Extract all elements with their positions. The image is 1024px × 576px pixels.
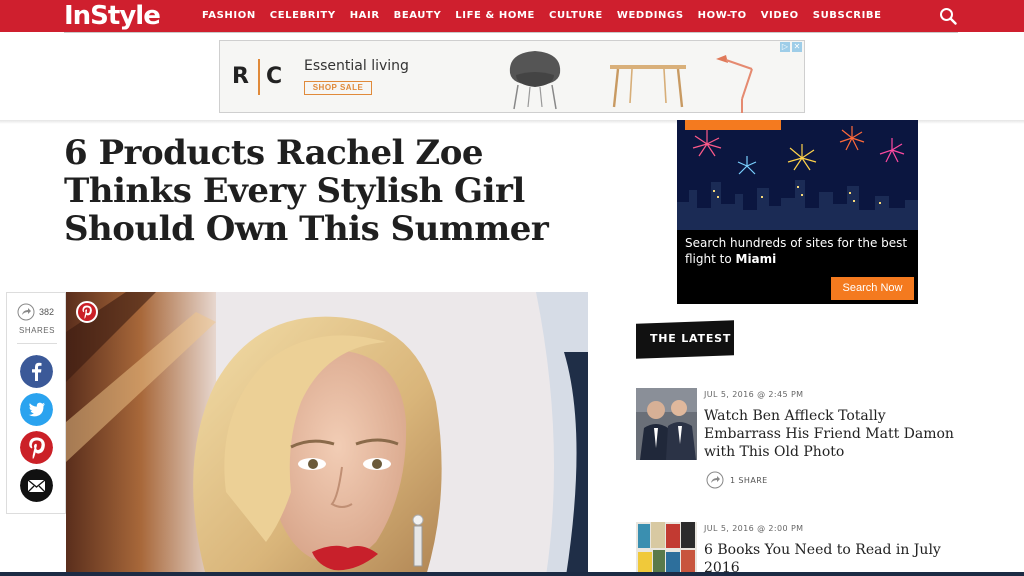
bottom-edge <box>0 572 1024 576</box>
side-ad[interactable]: Search hundreds of sites for the best fl… <box>677 120 918 304</box>
ad-choices[interactable]: ▷ ✕ <box>780 42 802 52</box>
latest-thumb-photo <box>636 388 697 460</box>
ad-close-icon[interactable]: ✕ <box>792 42 802 52</box>
ad-shop-sale-button[interactable]: SHOP SALE <box>304 81 372 95</box>
nav-item-subscribe[interactable]: SUBSCRIBE <box>813 10 882 21</box>
portrait-illustration <box>66 292 588 576</box>
side-ad-city: Miami <box>735 252 777 266</box>
nav-item-how-to[interactable]: HOW-TO <box>698 10 747 21</box>
share-arrow-icon <box>17 303 35 321</box>
nav-item-hair[interactable]: HAIR <box>350 10 380 21</box>
nav-divider <box>64 32 958 33</box>
banner-ad[interactable]: R C Essential living SHOP SALE ▷ ✕ <box>219 40 805 113</box>
search-icon[interactable] <box>939 7 957 25</box>
latest-item-date: JUL 5, 2016 @ 2:45 PM <box>704 390 804 399</box>
ad-info-icon[interactable]: ▷ <box>780 42 790 52</box>
nav-item-culture[interactable]: CULTURE <box>549 10 603 21</box>
latest-item-date: JUL 5, 2016 @ 2:00 PM <box>704 524 804 533</box>
search-now-button[interactable]: Search Now <box>831 277 914 300</box>
nav-item-celebrity[interactable]: CELEBRITY <box>270 10 336 21</box>
share-arrow-icon[interactable] <box>706 471 724 489</box>
share-count: 382 <box>39 307 55 317</box>
nav-item-life-home[interactable]: LIFE & HOME <box>455 10 535 21</box>
latest-item-thumbnail[interactable] <box>636 522 697 576</box>
ad-brand-letter-c: C <box>266 64 283 89</box>
ad-brand-divider <box>258 59 260 95</box>
latest-item-thumbnail[interactable] <box>636 388 697 460</box>
nav-item-video[interactable]: VIDEO <box>761 10 799 21</box>
top-nav: InStyle FASHION CELEBRITY HAIR BEAUTY LI… <box>0 0 1024 32</box>
latest-item-title[interactable]: 6 Books You Need to Read in July 2016 <box>704 541 964 576</box>
article-hero-image <box>66 292 588 576</box>
latest-item-share-count: 1 SHARE <box>730 476 768 485</box>
article-title: 6 Products Rachel Zoe Thinks Every Styli… <box>64 133 549 249</box>
email-icon[interactable] <box>20 469 53 502</box>
pinterest-icon[interactable] <box>20 431 53 464</box>
nav-item-weddings[interactable]: WEDDINGS <box>617 10 684 21</box>
nav-item-fashion[interactable]: FASHION <box>202 10 256 21</box>
facebook-icon[interactable] <box>20 355 53 388</box>
page: InStyle FASHION CELEBRITY HAIR BEAUTY LI… <box>0 0 1024 576</box>
share-divider <box>17 343 57 344</box>
site-logo[interactable]: InStyle <box>64 1 161 31</box>
ad-tagline: Essential living <box>304 58 409 74</box>
latest-item-title[interactable]: Watch Ben Affleck Totally Embarrass His … <box>704 407 964 461</box>
latest-heading: THE LATEST <box>650 332 732 345</box>
table-image <box>610 65 686 108</box>
nav-item-beauty[interactable]: BEAUTY <box>394 10 442 21</box>
ad-brand-letter-r: R <box>232 64 249 89</box>
shares-label: SHARES <box>19 326 55 335</box>
nav-links: FASHION CELEBRITY HAIR BEAUTY LIFE & HOM… <box>202 10 882 21</box>
share-bar: 382 SHARES <box>6 292 66 514</box>
twitter-icon[interactable] <box>20 393 53 426</box>
lamp-image <box>716 55 753 113</box>
chair-image <box>509 51 561 110</box>
pin-it-icon[interactable] <box>76 301 98 323</box>
side-ad-text-prefix: Search hundreds of sites for the best fl… <box>685 236 908 266</box>
side-ad-text: Search hundreds of sites for the best fl… <box>685 235 913 267</box>
latest-thumb-books <box>636 522 697 576</box>
